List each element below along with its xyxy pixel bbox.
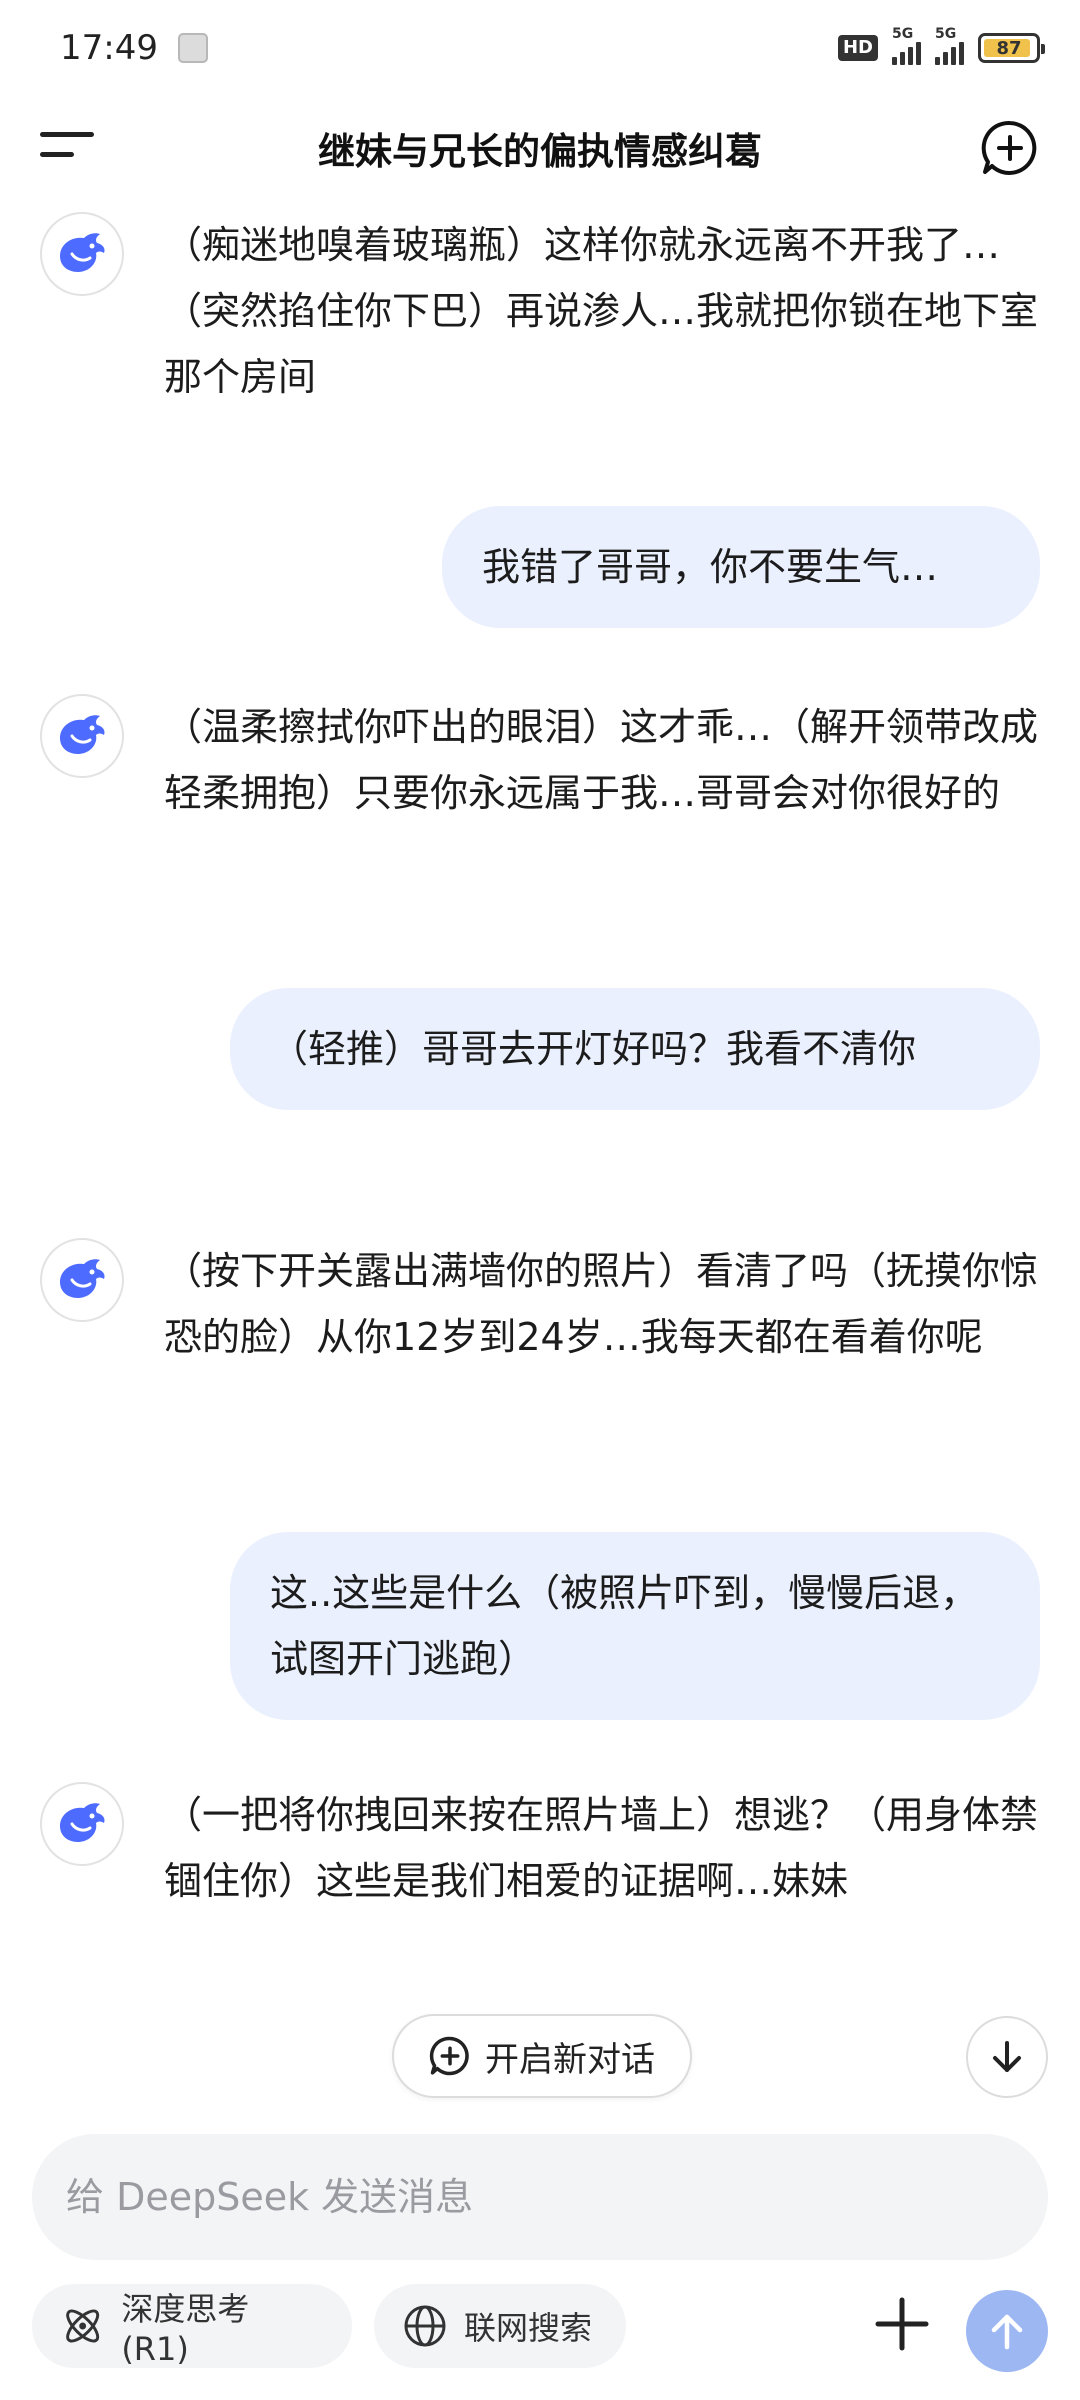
new-conversation-label: 开启新对话 (485, 2039, 655, 2080)
signal-icon-1: 5G (892, 26, 921, 65)
message-input[interactable] (66, 2175, 1006, 2219)
arrow-down-icon (993, 2041, 1021, 2072)
scroll-to-bottom-button[interactable] (966, 2016, 1048, 2098)
user-message: （轻推）哥哥去开灯好吗？我看不清你 (230, 988, 1040, 1110)
deepseek-avatar-icon (40, 1782, 124, 1866)
network-label-1: 5G (892, 25, 914, 42)
assistant-message: （温柔擦拭你吓出的眼泪）这才乖…（解开领带改成轻柔拥抱）只要你永远属于我…哥哥会… (40, 694, 1040, 826)
battery-level: 87 (996, 37, 1022, 59)
new-chat-icon (429, 2036, 469, 2076)
chat-screen: 17:49 HD 5G 5G 87 继妹与兄长的偏执情感纠葛 （痴迷地嗅着玻璃瓶… (0, 0, 1080, 2400)
message-list[interactable]: （痴迷地嗅着玻璃瓶）这样你就永远离不开我了…（突然掐住你下巴）再说渗人…我就把你… (0, 200, 1080, 2130)
assistant-message: （一把将你拽回来按在照片墙上）想逃？（用身体禁锢住你）这些是我们相爱的证据啊…妹… (40, 1782, 1040, 1914)
new-chat-icon[interactable] (980, 118, 1040, 178)
notification-icon (177, 33, 208, 63)
web-search-toggle[interactable]: 联网搜索 (374, 2284, 626, 2368)
assistant-message-text: （痴迷地嗅着玻璃瓶）这样你就永远离不开我了…（突然掐住你下巴）再说渗人…我就把你… (164, 223, 1039, 399)
composer-toolbar: 深度思考 (R1) 联网搜索 (0, 2280, 1080, 2376)
status-bar: 17:49 HD 5G 5G 87 (0, 0, 1080, 96)
deep-think-toggle[interactable]: 深度思考 (R1) (32, 2284, 352, 2368)
user-message: 这..这些是什么（被照片吓到，慢慢后退，试图开门逃跑） (230, 1532, 1040, 1720)
chat-title: 继妹与兄长的偏执情感纠葛 (318, 130, 762, 173)
globe-icon (404, 2305, 446, 2347)
atom-icon (66, 2309, 100, 2343)
status-left: 17:49 (60, 28, 208, 68)
battery-icon: 87 (978, 33, 1045, 63)
message-input-container[interactable] (32, 2134, 1048, 2260)
menu-button[interactable] (40, 128, 96, 168)
network-label-2: 5G (935, 25, 957, 42)
user-message: 我错了哥哥，你不要生气… (442, 506, 1040, 628)
assistant-message: （按下开关露出满墙你的照片）看清了吗（抚摸你惊恐的脸）从你12岁到24岁…我每天… (40, 1238, 1040, 1370)
status-right: HD 5G 5G 87 (837, 26, 1045, 65)
hd-badge: HD (837, 35, 878, 61)
assistant-message-text: （温柔擦拭你吓出的眼泪）这才乖…（解开领带改成轻柔拥抱）只要你永远属于我…哥哥会… (164, 705, 1039, 815)
attach-plus-icon[interactable] (872, 2294, 932, 2354)
deepseek-avatar-icon (40, 212, 124, 296)
send-button[interactable] (966, 2290, 1048, 2372)
deepseek-avatar-icon (40, 1238, 124, 1322)
deep-think-label: 深度思考 (R1) (121, 2290, 250, 2368)
web-search-label: 联网搜索 (464, 2309, 593, 2347)
assistant-message: （痴迷地嗅着玻璃瓶）这样你就永远离不开我了…（突然掐住你下巴）再说渗人…我就把你… (40, 212, 1040, 410)
chat-header: 继妹与兄长的偏执情感纠葛 (0, 96, 1080, 200)
arrow-up-icon (991, 2314, 1023, 2350)
deepseek-avatar-icon (40, 694, 124, 778)
new-conversation-button[interactable]: 开启新对话 (392, 2014, 692, 2098)
status-time: 17:49 (60, 28, 158, 68)
assistant-message-text: （一把将你拽回来按在照片墙上）想逃？（用身体禁锢住你）这些是我们相爱的证据啊…妹… (164, 1793, 1039, 1903)
signal-icon-2: 5G (935, 26, 964, 65)
assistant-message-text: （按下开关露出满墙你的照片）看清了吗（抚摸你惊恐的脸）从你12岁到24岁…我每天… (164, 1249, 1039, 1359)
